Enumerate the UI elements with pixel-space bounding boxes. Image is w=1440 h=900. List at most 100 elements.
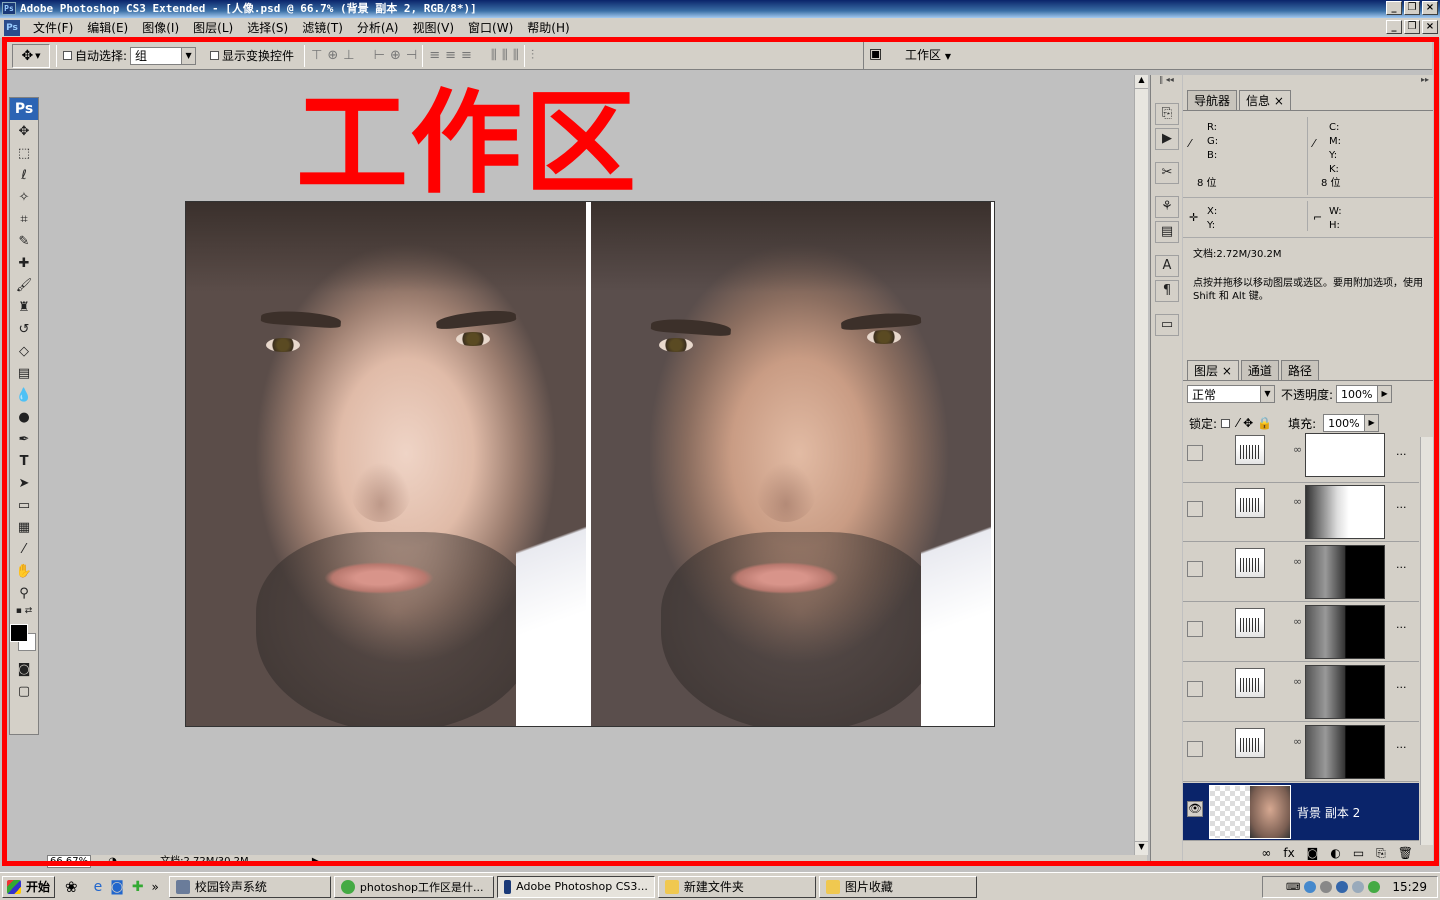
crop-tool-icon[interactable]: ⌗ (10, 208, 38, 230)
tab-paths[interactable]: 路径 (1280, 360, 1319, 380)
shield-icon[interactable] (1368, 881, 1381, 893)
update-icon[interactable] (1352, 881, 1365, 893)
scroll-down-icon[interactable]: ▼ (1135, 841, 1148, 855)
dodge-tool-icon[interactable]: ● (10, 406, 38, 428)
visibility-toggle[interactable] (1187, 681, 1203, 697)
layer-row[interactable]: ∞ ... (1183, 543, 1419, 602)
task-pictures[interactable]: 图片收藏 (818, 875, 977, 898)
menu-analysis[interactable]: 分析(A) (350, 18, 406, 38)
brush-tool-icon[interactable]: 🖌 (10, 274, 38, 296)
minimize-button[interactable]: _ (1386, 1, 1402, 15)
foreground-color[interactable] (10, 624, 28, 642)
eyedropper-icon[interactable]: ⁄ (10, 538, 38, 560)
lasso-tool-icon[interactable]: ℓ (10, 164, 38, 186)
quick-mask-icon[interactable]: ◙ (10, 658, 38, 680)
notes-tool-icon[interactable]: ▦ (10, 516, 38, 538)
visibility-toggle[interactable] (1187, 501, 1203, 517)
magic-wand-icon[interactable]: ✧ (10, 186, 38, 208)
paragraph-panel-icon[interactable]: ¶ (1155, 280, 1179, 302)
task-browser[interactable]: photoshop工作区是什... (333, 875, 494, 898)
menu-filter[interactable]: 滤镜(T) (295, 18, 350, 38)
link-icon[interactable]: ∞ (1293, 735, 1302, 748)
auto-select-checkbox[interactable] (63, 51, 72, 60)
task-photoshop[interactable]: Adobe Photoshop CS3... (496, 875, 655, 898)
collapse-dock-icon[interactable]: ‖ ◂◂ (1151, 75, 1182, 89)
opacity-field[interactable]: 100% ▶ (1336, 385, 1393, 403)
antivirus-icon[interactable] (1336, 881, 1349, 893)
visibility-toggle[interactable] (1187, 561, 1203, 577)
tab-channels[interactable]: 通道 (1240, 360, 1279, 380)
swap-colors-icon[interactable]: ▪ ⇄ (10, 604, 38, 618)
link-icon[interactable]: ∞ (1293, 555, 1302, 568)
align-top-icon[interactable]: ⊤ (311, 48, 322, 63)
status-menu-arrow-icon[interactable]: ▶ (312, 856, 320, 867)
slice-tool-icon[interactable]: ✎ (10, 230, 38, 252)
status-icon[interactable]: ◔ (108, 856, 117, 867)
path-selection-icon[interactable]: ➤ (10, 472, 38, 494)
tool-presets-icon[interactable]: ✂ (1155, 162, 1179, 184)
task-bell-system[interactable]: 校园铃声系统 (168, 875, 331, 898)
zoom-tool-icon[interactable]: ⚲ (10, 582, 38, 604)
layer-row[interactable]: ∞ ... (1183, 603, 1419, 662)
restore-button[interactable]: ❐ (1404, 1, 1420, 15)
link-icon[interactable]: ∞ (1293, 495, 1302, 508)
menu-image[interactable]: 图像(I) (135, 18, 186, 38)
measurement-log-icon[interactable]: ▭ (1155, 314, 1179, 336)
tab-layers[interactable]: 图层 × (1187, 360, 1239, 380)
lock-transparency-icon[interactable] (1221, 418, 1231, 428)
tab-navigator[interactable]: 导航器 (1187, 90, 1238, 110)
new-group-icon[interactable]: ▭ (1353, 846, 1364, 860)
keyboard-icon[interactable]: ⌨ (1286, 882, 1300, 893)
document-canvas[interactable] (185, 201, 995, 727)
visibility-toggle[interactable] (1187, 741, 1203, 757)
type-tool-icon[interactable]: T (10, 450, 38, 472)
auto-align-icon[interactable]: ⫶ (531, 48, 534, 63)
task-new-folder[interactable]: 新建文件夹 (657, 875, 816, 898)
start-button[interactable]: 开始 (2, 875, 56, 898)
layer-comps-icon[interactable]: ▤ (1155, 221, 1179, 243)
eye-icon[interactable]: 👁 (1187, 801, 1203, 817)
menu-view[interactable]: 视图(V) (405, 18, 461, 38)
layers-scrollbar[interactable] (1420, 437, 1433, 845)
add-icon[interactable]: ✚ (132, 879, 144, 895)
actions-panel-icon[interactable]: ▶ (1155, 128, 1179, 150)
link-icon[interactable]: ∞ (1293, 443, 1302, 456)
workspace-menu[interactable]: 工作区 ▼ (905, 46, 951, 63)
more-icon[interactable]: » (152, 880, 159, 894)
close-button[interactable]: × (1422, 1, 1438, 15)
marquee-tool-icon[interactable]: ⬚ (10, 142, 38, 164)
document-icon[interactable]: Ps (4, 20, 20, 36)
lock-all-icon[interactable]: 🔒 (1257, 416, 1272, 430)
layer-mask-thumb[interactable] (1305, 725, 1385, 779)
scroll-up-icon[interactable]: ▲ (1135, 75, 1148, 89)
visibility-toggle[interactable] (1187, 621, 1203, 637)
layer-row[interactable]: ∞ ... (1183, 433, 1419, 483)
layer-row[interactable]: ∞ ... (1183, 663, 1419, 722)
browser-icon[interactable]: ◙ (110, 879, 124, 895)
gradient-tool-icon[interactable]: ▤ (10, 362, 38, 384)
trash-icon[interactable]: 🗑 (1398, 846, 1413, 860)
expand-dock-icon[interactable]: ▸▸ (1183, 75, 1433, 89)
blend-mode-dropdown[interactable]: 正常 ▼ (1187, 385, 1275, 403)
visibility-toggle[interactable] (1187, 445, 1203, 461)
align-hcenter-icon[interactable]: ⊕ (390, 48, 401, 63)
add-mask-icon[interactable]: ◙ (1307, 846, 1319, 860)
show-transform-checkbox[interactable] (210, 51, 220, 60)
auto-select-dropdown[interactable]: 组 ▼ (130, 46, 197, 65)
doc-close-button[interactable]: × (1422, 20, 1438, 34)
menu-layer[interactable]: 图层(L) (186, 18, 240, 38)
clone-source-icon[interactable]: ⚘ (1155, 196, 1179, 218)
eraser-tool-icon[interactable]: ◇ (10, 340, 38, 362)
link-icon[interactable]: ∞ (1293, 615, 1302, 628)
doc-restore-button[interactable]: ❐ (1404, 20, 1420, 34)
layer-mask-thumb[interactable] (1305, 433, 1385, 477)
menu-help[interactable]: 帮助(H) (520, 18, 576, 38)
character-panel-icon[interactable]: A (1155, 255, 1179, 277)
new-adjustment-icon[interactable]: ◐ (1330, 846, 1340, 860)
doc-minimize-button[interactable]: _ (1386, 20, 1402, 34)
align-vcenter-icon[interactable]: ⊕ (327, 48, 338, 63)
layer-mask-thumb[interactable] (1305, 665, 1385, 719)
layer-mask-thumb[interactable] (1305, 605, 1385, 659)
move-tool-icon[interactable]: ✥ (10, 120, 38, 142)
new-layer-icon[interactable]: ⎘ (1376, 846, 1386, 861)
